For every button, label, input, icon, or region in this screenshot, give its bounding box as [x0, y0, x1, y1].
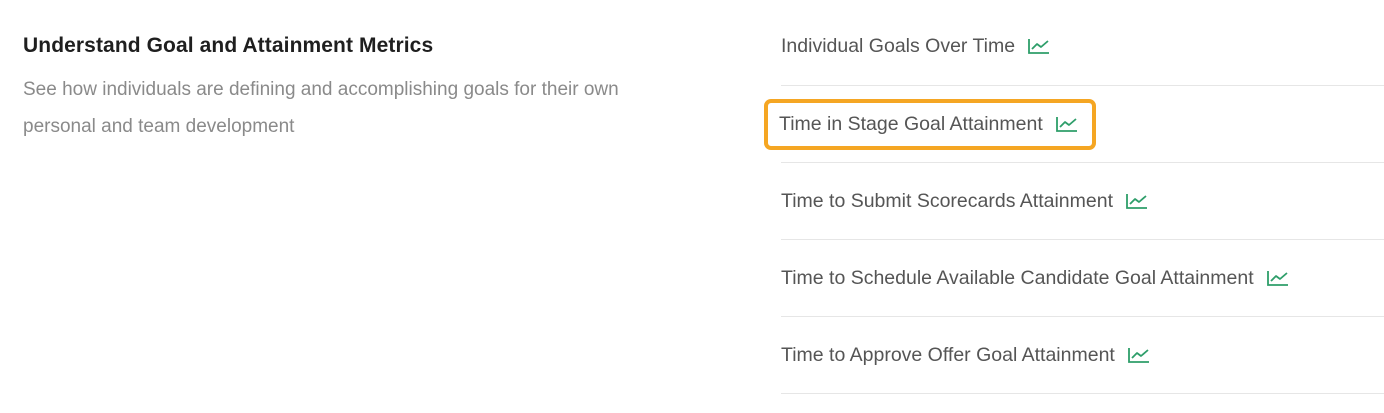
report-row: Time to Schedule Available Candidate Goa…	[781, 240, 1384, 317]
report-link-time-to-approve-offer-goal-attainment[interactable]: Time to Approve Offer Goal Attainment	[781, 344, 1150, 367]
report-row: Individual Goals Over Time	[781, 9, 1384, 86]
report-list: Individual Goals Over Time Time in Stage…	[764, 9, 1384, 394]
report-row: Time to Approve Offer Goal Attainment	[781, 317, 1384, 394]
report-row: Time in Stage Goal Attainment	[764, 86, 1384, 163]
section-intro: Understand Goal and Attainment Metrics S…	[23, 30, 703, 145]
trend-chart-icon	[1028, 39, 1050, 54]
report-row: Time to Submit Scorecards Attainment	[781, 163, 1384, 240]
report-link-individual-goals-over-time[interactable]: Individual Goals Over Time	[781, 35, 1050, 58]
report-link-label: Time in Stage Goal Attainment	[779, 112, 1043, 135]
report-link-time-in-stage-goal-attainment[interactable]: Time in Stage Goal Attainment	[764, 98, 1096, 150]
section-title: Understand Goal and Attainment Metrics	[23, 34, 434, 57]
trend-chart-icon	[1266, 271, 1288, 286]
trend-chart-icon	[1126, 194, 1147, 209]
section-description: See how individuals are defining and acc…	[23, 79, 619, 137]
report-link-label: Time to Approve Offer Goal Attainment	[781, 343, 1115, 366]
report-link-time-to-submit-scorecards-attainment[interactable]: Time to Submit Scorecards Attainment	[781, 190, 1148, 213]
trend-chart-icon	[1127, 348, 1149, 363]
trend-chart-icon	[1055, 117, 1077, 132]
report-link-label: Time to Schedule Available Candidate Goa…	[781, 266, 1254, 289]
report-link-time-to-schedule-available-candidate-goal-attainment[interactable]: Time to Schedule Available Candidate Goa…	[781, 267, 1289, 290]
report-link-label: Time to Submit Scorecards Attainment	[781, 189, 1113, 212]
report-link-label: Individual Goals Over Time	[781, 34, 1016, 57]
